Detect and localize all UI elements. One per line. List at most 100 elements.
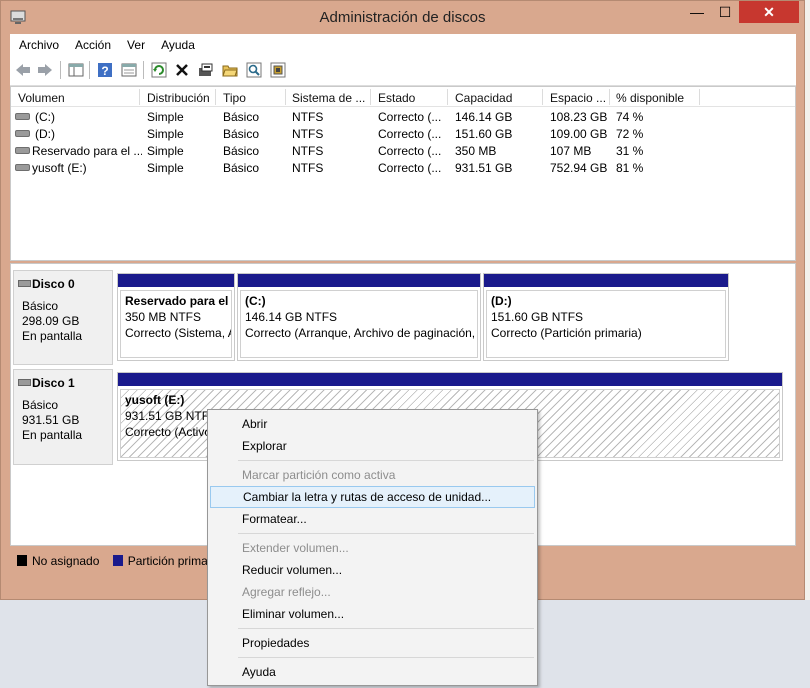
menu-accion[interactable]: Acción: [66, 34, 118, 52]
legend-swatch-unallocated: [17, 555, 27, 566]
minimize-button[interactable]: —: [683, 1, 711, 23]
cell-disponible: 81 %: [616, 161, 644, 175]
cell-capacidad: 151.60 GB: [455, 127, 513, 141]
toolbar-separator: [89, 61, 90, 79]
table-row[interactable]: (C:) Simple Básico NTFS Correcto (... 14…: [11, 108, 795, 125]
menu-item-explorar[interactable]: Explorar: [210, 435, 535, 457]
column-separator[interactable]: [542, 89, 543, 105]
disk-0-label[interactable]: Disco 0 Básico 298.09 GB En pantalla: [13, 270, 113, 365]
forward-arrow-icon[interactable]: [36, 61, 54, 79]
cell-volumen: (D:): [35, 127, 55, 141]
drive-icon: [15, 113, 30, 120]
partition-c[interactable]: (C:) 146.14 GB NTFS Correcto (Arranque, …: [237, 273, 481, 361]
help-icon[interactable]: ?: [96, 61, 114, 79]
volume-list: Volumen Distribución Tipo Sistema de ...…: [10, 86, 796, 261]
column-header-capacidad[interactable]: Capacidad: [455, 91, 512, 105]
partition-size: 151.60 GB NTFS: [491, 310, 584, 324]
column-header-tipo[interactable]: Tipo: [223, 91, 246, 105]
toolbar-separator: [143, 61, 144, 79]
column-header-disponible[interactable]: % disponible: [616, 91, 684, 105]
menu-item-abrir[interactable]: Abrir: [210, 413, 535, 435]
properties-icon[interactable]: [120, 61, 138, 79]
disk-type: Básico: [22, 299, 59, 313]
column-header-estado[interactable]: Estado: [378, 91, 415, 105]
column-separator[interactable]: [609, 89, 610, 105]
partition-bar: [118, 274, 234, 287]
cell-distribucion: Simple: [147, 144, 184, 158]
column-header-sistema[interactable]: Sistema de ...: [292, 91, 365, 105]
cell-estado: Correcto (...: [378, 110, 442, 124]
partition-title: yusoft (E:): [125, 393, 185, 407]
drive-icon: [15, 164, 30, 171]
partition-size: 146.14 GB NTFS: [245, 310, 338, 324]
svg-text:?: ?: [101, 64, 108, 78]
column-header-volumen[interactable]: Volumen: [18, 91, 65, 105]
column-separator[interactable]: [215, 89, 216, 105]
menu-ayuda[interactable]: Ayuda: [152, 34, 202, 52]
cell-espacio: 752.94 GB: [550, 161, 608, 175]
partition-body: Reservado para el s 350 MB NTFS Correcto…: [120, 290, 232, 358]
cell-capacidad: 146.14 GB: [455, 110, 513, 124]
disk-name: Disco 0: [32, 277, 75, 291]
back-arrow-icon[interactable]: [14, 61, 32, 79]
cell-estado: Correcto (...: [378, 144, 442, 158]
disk-1-label[interactable]: Disco 1 Básico 931.51 GB En pantalla: [13, 369, 113, 465]
settings-icon[interactable]: [269, 61, 287, 79]
disk-size: 298.09 GB: [22, 314, 80, 328]
column-header-distribucion[interactable]: Distribución: [147, 91, 210, 105]
menu-item-agregar-reflejo: Agregar reflejo...: [242, 585, 331, 599]
partition-status: Correcto (Arranque, Archivo de paginació…: [245, 326, 476, 340]
open-folder-icon[interactable]: [221, 61, 239, 79]
column-separator[interactable]: [139, 89, 140, 105]
column-separator[interactable]: [370, 89, 371, 105]
partition-reserved[interactable]: Reservado para el s 350 MB NTFS Correcto…: [117, 273, 235, 361]
partition-d[interactable]: (D:) 151.60 GB NTFS Correcto (Partición …: [483, 273, 729, 361]
cell-tipo: Básico: [223, 144, 260, 158]
legend-label: No asignado: [32, 554, 100, 568]
menu-ver[interactable]: Ver: [118, 34, 152, 52]
column-separator[interactable]: [447, 89, 448, 105]
partition-status: Correcto (Activo: [125, 425, 212, 439]
disk-icon: [18, 379, 31, 386]
drive-icon: [15, 130, 30, 137]
partition-title: (D:): [491, 294, 512, 308]
new-volume-icon[interactable]: [197, 61, 215, 79]
partition-bar: [484, 274, 728, 287]
menu-item-formatear[interactable]: Formatear...: [210, 508, 535, 530]
menu-item-cambiar-letra[interactable]: Cambiar la letra y rutas de acceso de un…: [210, 486, 535, 508]
menu-archivo[interactable]: Archivo: [10, 34, 66, 52]
maximize-button[interactable]: ☐: [711, 1, 739, 23]
menu-item-marcar-activa: Marcar partición como activa: [242, 468, 396, 482]
delete-icon[interactable]: [173, 61, 191, 79]
menu-item-propiedades[interactable]: Propiedades: [210, 632, 535, 654]
menu-item-eliminar[interactable]: Eliminar volumen...: [210, 603, 535, 625]
column-separator[interactable]: [699, 89, 700, 105]
disk-status: En pantalla: [22, 428, 83, 442]
toolbar: ?: [10, 56, 796, 86]
cell-disponible: 31 %: [616, 144, 644, 158]
menu-item-ayuda[interactable]: Ayuda: [210, 661, 535, 683]
column-header-espacio[interactable]: Espacio ...: [550, 91, 606, 105]
close-button[interactable]: ✕: [739, 1, 799, 23]
cell-tipo: Básico: [223, 110, 260, 124]
cell-espacio: 109.00 GB: [550, 127, 608, 141]
context-menu: Abrir Explorar Marcar partición como act…: [207, 409, 538, 686]
table-row[interactable]: yusoft (E:) Simple Básico NTFS Correcto …: [11, 159, 795, 176]
console-tree-icon[interactable]: [67, 61, 85, 79]
menu-item-reducir[interactable]: Reducir volumen...: [210, 559, 535, 581]
legend-label: Partición primari: [127, 554, 215, 568]
cell-disponible: 72 %: [616, 127, 644, 141]
cell-sistema: NTFS: [292, 144, 324, 158]
search-icon[interactable]: [245, 61, 263, 79]
partition-size: 931.51 GB NTFS: [125, 409, 218, 423]
column-separator[interactable]: [285, 89, 286, 105]
refresh-icon[interactable]: [150, 61, 168, 79]
partition-body: (D:) 151.60 GB NTFS Correcto (Partición …: [486, 290, 726, 358]
table-row[interactable]: Reservado para el ... Simple Básico NTFS…: [11, 142, 795, 159]
cell-capacidad: 350 MB: [455, 144, 497, 158]
legend-swatch-primary: [112, 555, 123, 566]
cell-sistema: NTFS: [292, 110, 324, 124]
table-row[interactable]: (D:) Simple Básico NTFS Correcto (... 15…: [11, 125, 795, 142]
title-bar[interactable]: Administración de discos — ☐ ✕: [1, 1, 804, 34]
cell-distribucion: Simple: [147, 110, 184, 124]
